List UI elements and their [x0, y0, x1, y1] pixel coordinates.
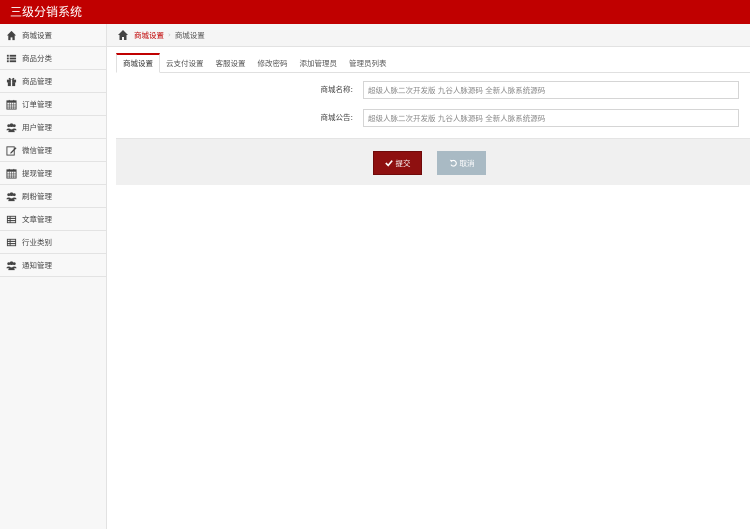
edit-icon — [5, 144, 17, 156]
top-bar: 三级分销系统 — [0, 0, 750, 24]
sidebar-item-label: 商品分类 — [22, 53, 52, 63]
shop-name-label: 商城名称: — [320, 85, 353, 94]
cancel-label: 取消 — [459, 158, 475, 168]
home-icon — [5, 29, 17, 41]
tab-add-admin[interactable]: 添加管理员 — [294, 53, 344, 73]
sidebar-item-label: 订单管理 — [22, 99, 52, 109]
sidebar-item-article-management[interactable]: 文章管理 — [0, 208, 106, 231]
breadcrumb-current: 商城设置 — [174, 30, 205, 40]
settings-tabs: 商城设置 云支付设置 客服设置 修改密码 添加管理员 管理员列表 — [116, 53, 750, 73]
list-alt-icon — [5, 213, 17, 225]
shop-name-input[interactable] — [363, 81, 739, 99]
calendar-icon — [5, 98, 17, 110]
home-icon — [117, 29, 129, 41]
tab-shop-settings[interactable]: 商城设置 — [116, 53, 160, 73]
breadcrumb-link[interactable]: 商城设置 — [134, 30, 164, 41]
sidebar-item-product-management[interactable]: 商品管理 — [0, 70, 106, 93]
sidebar-item-shop-settings[interactable]: 商城设置 — [0, 24, 106, 47]
shop-notice-label: 商城公告: — [320, 113, 353, 122]
main-content: 商城设置 › 商城设置 商城设置 云支付设置 客服设置 修改密码 添加管理员 管… — [107, 24, 750, 529]
gift-icon — [5, 75, 17, 87]
form-actions: 提交 取消 — [116, 138, 750, 185]
tab-customer-service[interactable]: 客服设置 — [210, 53, 252, 73]
sidebar-item-wechat-management[interactable]: 微信管理 — [0, 139, 106, 162]
shop-notice-row: 商城公告: — [116, 109, 750, 127]
sidebar-item-label: 商品管理 — [22, 76, 52, 86]
app-title: 三级分销系统 — [10, 5, 83, 19]
users-icon — [5, 121, 17, 133]
sidebar-item-label: 微信管理 — [22, 145, 52, 155]
sidebar-item-notice-management[interactable]: 通知管理 — [0, 254, 106, 277]
check-icon — [384, 159, 393, 167]
submit-label: 提交 — [395, 158, 411, 168]
sidebar-item-label: 用户管理 — [22, 122, 52, 132]
sidebar-item-withdraw-management[interactable]: 提现管理 — [0, 162, 106, 185]
tab-change-password[interactable]: 修改密码 — [252, 53, 294, 73]
sidebar-item-label: 提现管理 — [22, 168, 52, 178]
shop-notice-input[interactable] — [363, 109, 739, 127]
sidebar-item-label: 商城设置 — [22, 30, 52, 40]
tab-admin-list[interactable]: 管理员列表 — [343, 53, 393, 73]
sidebar-item-label: 通知管理 — [22, 260, 52, 270]
users-icon — [5, 190, 17, 202]
sidebar-item-label: 文章管理 — [22, 214, 52, 224]
breadcrumb-separator: › — [168, 31, 171, 39]
submit-button[interactable]: 提交 — [373, 151, 422, 175]
sidebar: 商城设置 商品分类 商品管理 订单管理 用户管理 微信管理 提现管理 刷粉管理 … — [0, 24, 107, 529]
sidebar-item-product-category[interactable]: 商品分类 — [0, 47, 106, 70]
list-alt-icon — [5, 236, 17, 248]
sidebar-item-label: 行业类别 — [22, 237, 52, 247]
undo-icon — [449, 159, 457, 167]
cancel-button[interactable]: 取消 — [437, 151, 486, 175]
sidebar-item-user-management[interactable]: 用户管理 — [0, 116, 106, 139]
list-icon — [5, 52, 17, 64]
tab-cloud-payment[interactable]: 云支付设置 — [160, 53, 210, 73]
sidebar-item-order-management[interactable]: 订单管理 — [0, 93, 106, 116]
sidebar-item-industry-category[interactable]: 行业类别 — [0, 231, 106, 254]
calendar-icon — [5, 167, 17, 179]
sidebar-item-label: 刷粉管理 — [22, 191, 52, 201]
breadcrumb: 商城设置 › 商城设置 — [107, 24, 750, 47]
shop-name-row: 商城名称: — [116, 81, 750, 99]
sidebar-item-fans-management[interactable]: 刷粉管理 — [0, 185, 106, 208]
users-icon — [5, 259, 17, 271]
